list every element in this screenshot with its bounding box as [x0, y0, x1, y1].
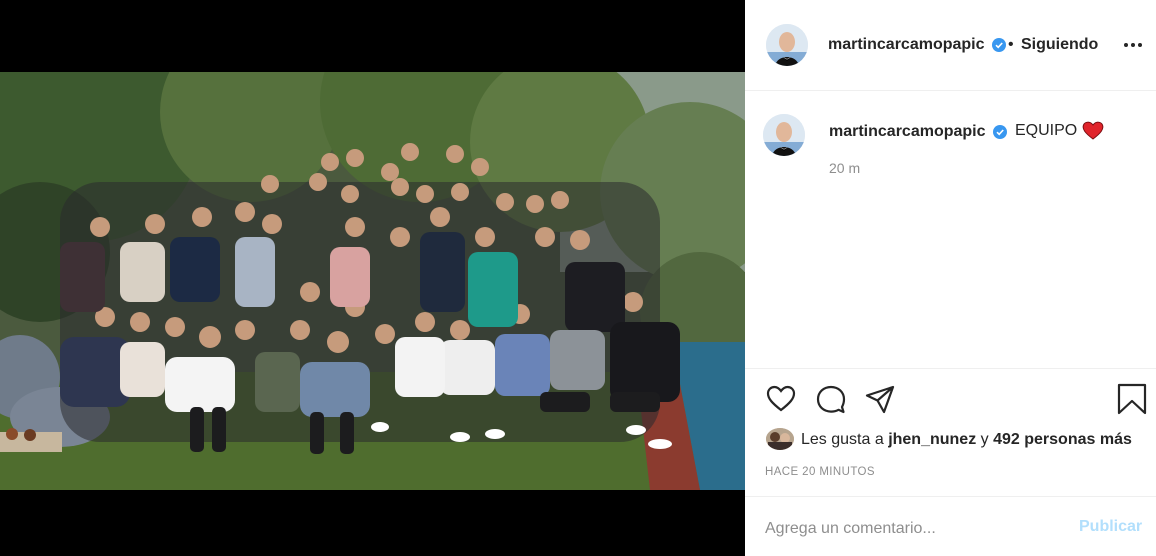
paper-plane-icon[interactable]: [864, 383, 896, 415]
heart-outline-icon[interactable]: [765, 383, 797, 415]
caption-avatar[interactable]: [763, 114, 805, 156]
verified-badge-icon: [993, 125, 1007, 139]
actions-divider: [745, 368, 1156, 369]
likes-summary: Les gusta a jhen_nunez y 492 personas má…: [801, 431, 1132, 449]
following-button[interactable]: Siguiendo: [1021, 36, 1098, 54]
caption-text: EQUIPO: [1015, 122, 1078, 139]
likes-prefix: Les gusta a: [801, 431, 884, 448]
caption-time[interactable]: 20 m: [829, 160, 860, 176]
bookmark-icon[interactable]: [1116, 383, 1148, 415]
publish-button[interactable]: Publicar: [1079, 518, 1142, 536]
media-pane: [0, 0, 745, 556]
comment-input[interactable]: [765, 517, 1055, 541]
follow-separator: •: [1008, 36, 1014, 53]
comment-bubble-icon[interactable]: [815, 383, 847, 415]
likes-joiner: y: [980, 431, 989, 448]
post-header: martincarcamopapic • Siguiendo: [745, 0, 1156, 91]
comment-bar: Publicar: [745, 496, 1156, 556]
verified-badge-icon: [992, 38, 1006, 52]
author-avatar[interactable]: [766, 24, 808, 66]
group-photo-image: [0, 72, 745, 490]
caption-avatar-image: [763, 114, 805, 156]
post-photo[interactable]: [0, 72, 745, 490]
author-avatar-image: [766, 24, 808, 66]
caption-username[interactable]: martincarcamopapic: [829, 123, 986, 141]
red-heart-emoji-icon: [1082, 121, 1104, 140]
liker-avatar-image: [766, 428, 794, 450]
author-username[interactable]: martincarcamopapic: [828, 36, 985, 54]
post-side-pane: martincarcamopapic • Siguiendo martincar…: [745, 0, 1156, 556]
more-options-icon[interactable]: [1121, 35, 1145, 55]
liker-username[interactable]: jhen_nunez: [888, 431, 976, 448]
liker-avatar[interactable]: [766, 428, 794, 450]
likes-count-link[interactable]: 492 personas más: [993, 431, 1132, 448]
post-timestamp[interactable]: HACE 20 MINUTOS: [765, 466, 875, 478]
